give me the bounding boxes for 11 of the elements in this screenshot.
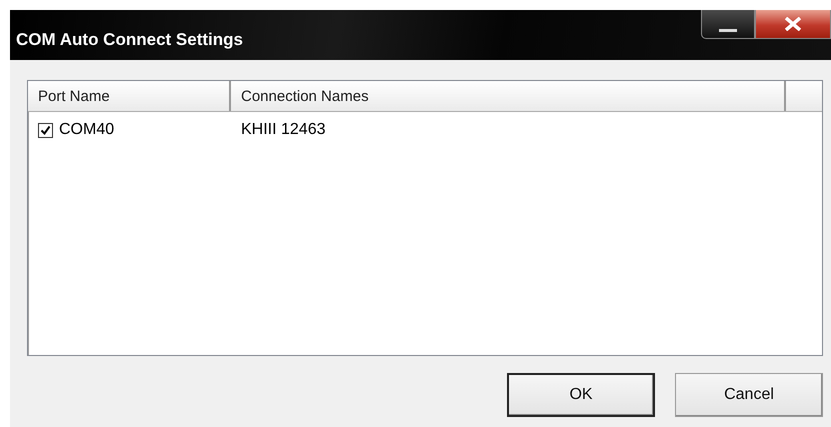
cancel-button[interactable]: Cancel — [675, 373, 823, 417]
window-title: COM Auto Connect Settings — [15, 30, 243, 51]
column-header[interactable]: Connection Names — [231, 81, 786, 111]
column-header[interactable]: Port Name — [28, 81, 231, 111]
table-cell-text: KHIII 12463 — [240, 121, 326, 139]
checkbox[interactable] — [38, 122, 53, 138]
minimize-button[interactable] — [701, 10, 755, 39]
close-icon — [784, 17, 802, 31]
ok-button[interactable]: OK — [507, 373, 655, 417]
close-button[interactable] — [755, 10, 831, 39]
table-cell: COM40 — [59, 121, 114, 139]
